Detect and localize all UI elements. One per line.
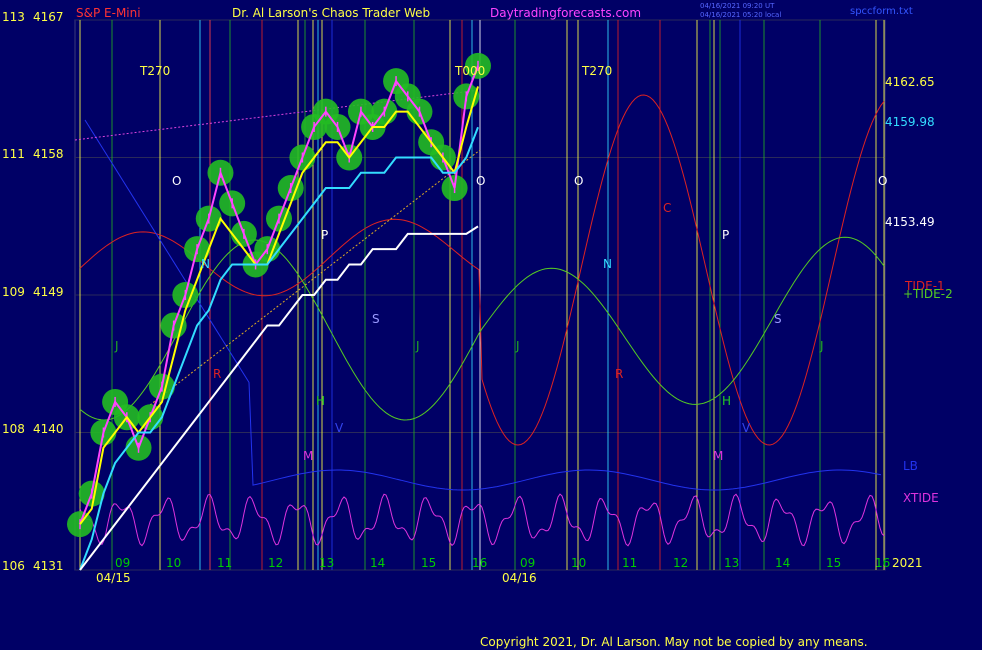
- chart-title: Dr. Al Larson's Chaos Trader Web: [232, 6, 430, 20]
- event-label: O: [878, 174, 887, 188]
- y-tick-price: 4167: [33, 10, 64, 24]
- y-tick-price: 4149: [33, 285, 64, 299]
- y-tick-price: 4140: [33, 422, 64, 436]
- y-tick-left: 108: [2, 422, 25, 436]
- event-label: N: [603, 257, 612, 271]
- hour-label: 16: [875, 556, 890, 570]
- y-tick-left: 109: [2, 285, 25, 299]
- hour-label: 12: [268, 556, 283, 570]
- date-label: 04/16: [502, 571, 537, 585]
- hour-label: 09: [115, 556, 130, 570]
- date-label: 04/15: [96, 571, 131, 585]
- event-label: M: [303, 449, 313, 463]
- y-tick-left: 106: [2, 559, 25, 573]
- event-label: S: [774, 312, 782, 326]
- event-label: O: [574, 174, 583, 188]
- event-label: M: [713, 449, 723, 463]
- copyright-notice: Copyright 2021, Dr. Al Larson. May not b…: [480, 635, 868, 649]
- event-label: H: [722, 394, 731, 408]
- timestamp-local: 04/16/2021 05:20 local: [700, 11, 781, 19]
- event-label: J: [819, 339, 824, 353]
- hour-label: 13: [319, 556, 334, 570]
- event-label: T270: [581, 64, 612, 78]
- event-label: J: [114, 339, 119, 353]
- hour-label: 10: [166, 556, 181, 570]
- right-price-label: 4153.49: [885, 215, 935, 229]
- hour-label: 14: [370, 556, 385, 570]
- event-label: J: [515, 339, 520, 353]
- chart-background: [0, 0, 982, 650]
- event-label: R: [213, 367, 221, 381]
- event-label: C: [663, 201, 671, 215]
- hour-label: 14: [775, 556, 790, 570]
- event-label: V: [335, 421, 344, 435]
- data-file-label: spccform.txt: [850, 6, 913, 17]
- hour-label: 09: [520, 556, 535, 570]
- event-label: T270: [139, 64, 170, 78]
- y-tick-price: 4131: [33, 559, 64, 573]
- event-label: R: [615, 367, 623, 381]
- event-label: S: [372, 312, 380, 326]
- event-label: P: [722, 228, 729, 242]
- event-label: O: [476, 174, 485, 188]
- y-tick-left: 111: [2, 147, 25, 161]
- instrument-label: S&P E-Mini: [76, 6, 141, 20]
- legend-lb: LB: [903, 459, 918, 473]
- event-label: H: [316, 394, 325, 408]
- hour-label: 15: [421, 556, 436, 570]
- event-label: V: [742, 421, 751, 435]
- timestamp-ut: 04/16/2021 09:20 UT: [700, 2, 775, 10]
- event-label: O: [172, 174, 181, 188]
- right-price-label: 4159.98: [885, 115, 935, 129]
- hour-label: 16: [472, 556, 487, 570]
- hour-label: 13: [724, 556, 739, 570]
- legend-xtide: XTIDE: [903, 491, 939, 505]
- event-label: P: [321, 228, 328, 242]
- hour-label: 11: [217, 556, 232, 570]
- hour-label: 10: [571, 556, 586, 570]
- chart-canvas: S&P E-Mini Dr. Al Larson's Chaos Trader …: [0, 0, 982, 650]
- site-link[interactable]: Daytradingforecasts.com: [490, 6, 641, 20]
- year-label: 2021: [892, 556, 923, 570]
- y-tick-price: 4158: [33, 147, 64, 161]
- hour-label: 11: [622, 556, 637, 570]
- event-label: T000: [454, 64, 485, 78]
- event-label: N: [201, 257, 210, 271]
- right-price-label: 4162.65: [885, 75, 935, 89]
- hour-label: 12: [673, 556, 688, 570]
- y-tick-left: 113: [2, 10, 25, 24]
- hour-label: 15: [826, 556, 841, 570]
- event-label: J: [415, 339, 420, 353]
- legend-tide2: +TIDE-2: [903, 287, 953, 301]
